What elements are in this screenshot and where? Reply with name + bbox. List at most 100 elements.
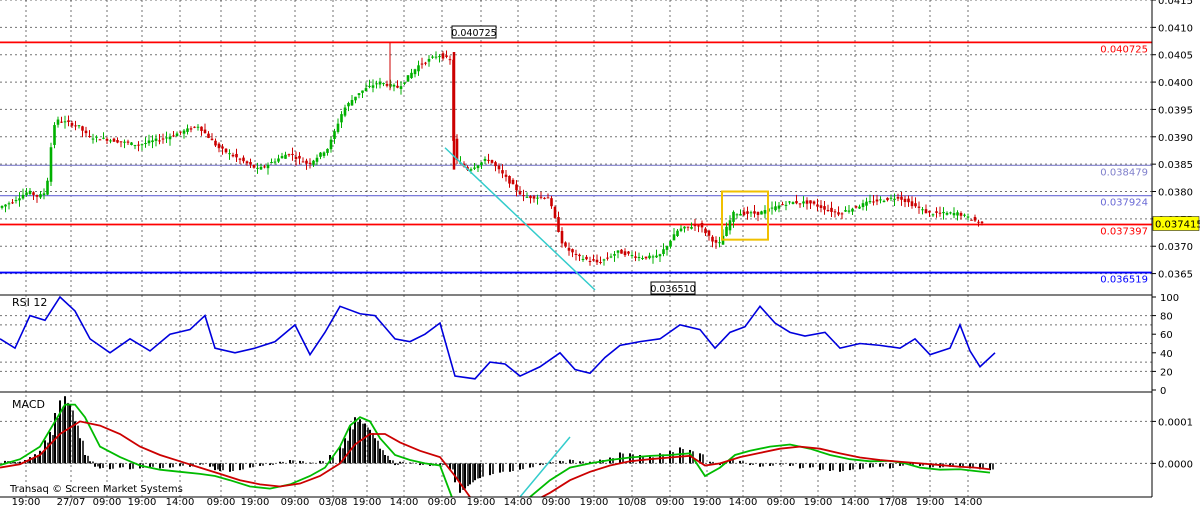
candle-body (473, 167, 476, 169)
candle-body (109, 140, 112, 142)
candle-body (917, 206, 921, 208)
candle-body (368, 85, 371, 87)
candle-body (67, 120, 70, 122)
candle-body (126, 141, 130, 143)
candle-body (931, 214, 935, 216)
candle-body (966, 216, 970, 218)
candle-body (39, 194, 42, 198)
candle-body (382, 83, 385, 85)
candle-body (322, 152, 326, 156)
price-level-label: 0.037397 (1100, 227, 1148, 238)
candle-body (746, 211, 749, 214)
candle-body (816, 204, 819, 207)
candle-body (665, 246, 669, 250)
candle-body (14, 200, 18, 202)
candle-body (214, 140, 217, 146)
candle-body (60, 121, 63, 123)
candle-body (973, 217, 977, 221)
candle-body (784, 204, 788, 206)
candle-body (392, 84, 396, 87)
x-tick-label: 14:00 (166, 497, 195, 508)
candle-body (550, 198, 553, 207)
candle-body (718, 242, 721, 244)
candle-body (711, 236, 714, 242)
candle-body (343, 107, 347, 116)
candle-body (448, 59, 452, 61)
y-tick-label: 0.0365 (1158, 270, 1193, 281)
candle-body (756, 211, 760, 215)
candle-body (844, 210, 847, 212)
candle-body (805, 200, 809, 204)
candle-body (385, 84, 389, 86)
x-tick-label: 09:00 (542, 497, 571, 508)
candle-body (707, 230, 711, 236)
candle-body (777, 205, 781, 209)
candle-body (812, 201, 816, 204)
candle-body (497, 165, 501, 170)
candle-body (907, 198, 910, 203)
candle-body (228, 153, 231, 155)
candle-body (151, 140, 154, 143)
candle-body (123, 141, 126, 143)
x-tick-label: 09:00 (767, 497, 796, 508)
candle-body (403, 82, 406, 84)
candle-body (501, 170, 504, 174)
candle-body (74, 125, 77, 127)
candle-body (522, 195, 525, 197)
candle-body (53, 125, 56, 145)
candle-body (669, 240, 672, 247)
candle-body (175, 133, 179, 137)
y-tick-label: 0.0380 (1158, 188, 1193, 199)
candle-body (200, 126, 203, 131)
candle-body (210, 138, 214, 141)
candle-body (735, 214, 739, 216)
candle-body (161, 138, 165, 140)
candle-body (277, 158, 280, 162)
price-callout-label: 0.040725 (451, 28, 496, 39)
candle-body (595, 259, 599, 263)
candle-body (865, 201, 868, 206)
candle-body (879, 199, 882, 201)
candle-body (557, 217, 560, 233)
candle-body (532, 196, 536, 199)
candle-body (158, 140, 161, 142)
candle-body (32, 192, 35, 195)
candle-body (823, 206, 826, 210)
candle-body (854, 206, 858, 208)
x-tick-label: 19:00 (353, 497, 382, 508)
candle-body (259, 166, 263, 170)
candle-body (952, 213, 956, 216)
candle-body (553, 206, 557, 218)
x-tick-label: 14:00 (390, 497, 419, 508)
candle-body (546, 197, 550, 199)
candle-body (312, 160, 315, 165)
candle-body (977, 221, 980, 223)
candle-body (438, 56, 441, 58)
candle-body (483, 158, 487, 161)
candle-body (910, 201, 914, 207)
candle-body (788, 201, 791, 203)
candle-body (42, 193, 46, 195)
candle-body (294, 156, 298, 160)
candle-body (672, 234, 676, 241)
candle-body (630, 255, 634, 257)
candle-body (935, 211, 938, 213)
candle-body (291, 153, 294, 155)
candle-body (599, 262, 602, 264)
candle-body (798, 203, 802, 205)
candle-body (588, 261, 592, 263)
candle-body (770, 207, 774, 209)
candle-body (928, 210, 931, 213)
candle-body (21, 194, 25, 199)
candle-body (168, 136, 172, 140)
x-tick-label: 10/08 (618, 497, 647, 508)
candle-body (903, 198, 907, 202)
candle-body (63, 121, 67, 123)
candle-body (620, 249, 623, 254)
candle-body (641, 258, 644, 260)
candle-body (578, 254, 581, 257)
candle-body (564, 242, 567, 247)
candle-body (165, 137, 168, 139)
candle-body (658, 254, 662, 257)
y-tick-label: 0.0385 (1158, 160, 1193, 171)
